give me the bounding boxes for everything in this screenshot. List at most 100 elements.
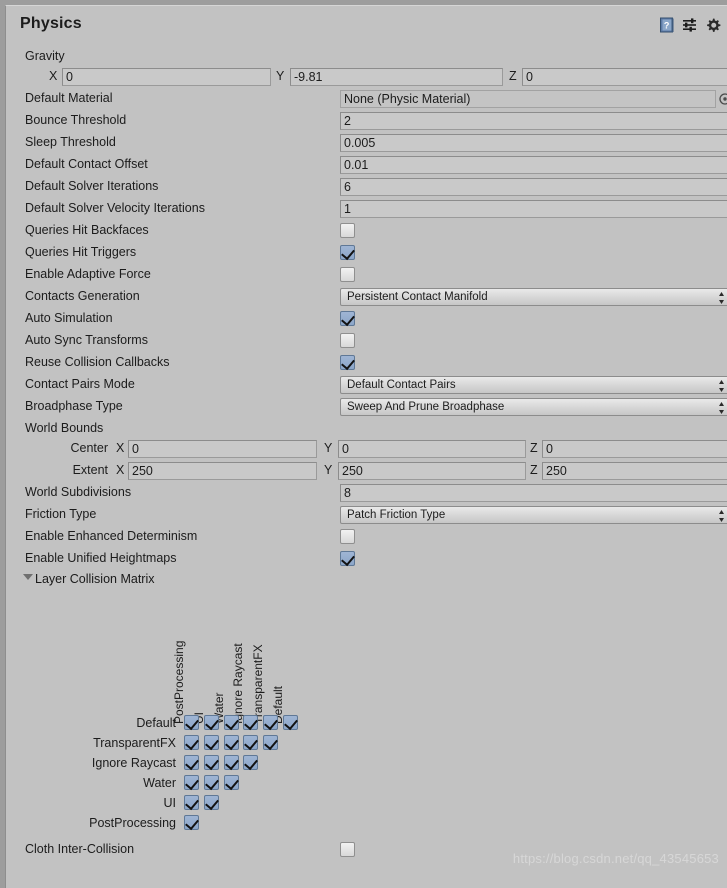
gravity-x-input[interactable]: 0 (62, 68, 271, 86)
settings-gear-icon[interactable] (705, 17, 721, 33)
center-y-axis-label: Y (324, 441, 333, 455)
gravity-z-input[interactable]: 0 (522, 68, 727, 86)
matrix-checkbox-ignore-raycast-ui[interactable] (204, 755, 219, 770)
reuse-collision-callbacks-checkbox[interactable] (340, 355, 355, 370)
queries-hit-backfaces-label: Queries Hit Backfaces (25, 223, 149, 237)
header-icon-group: ? (659, 17, 721, 33)
matrix-row-label-water: Water (143, 776, 176, 790)
gravity-y-axis-label: Y (276, 69, 285, 83)
bounce-threshold-label: Bounce Threshold (25, 113, 127, 127)
matrix-checkbox-transparentfx-water[interactable] (224, 735, 239, 750)
contacts-generation-label: Contacts Generation (25, 289, 140, 303)
matrix-checkbox-default-ui[interactable] (204, 715, 219, 730)
physics-settings-window: Physics ? Gravity X 0 Y -9.81 Z 0 Defaul… (5, 5, 727, 888)
matrix-row-label-default: Default (136, 716, 176, 730)
preset-icon[interactable] (682, 17, 698, 33)
default-solver-velocity-iterations-input[interactable]: 1 (340, 200, 727, 218)
matrix-checkbox-water-ui[interactable] (204, 775, 219, 790)
matrix-checkbox-ui-ui[interactable] (204, 795, 219, 810)
auto-simulation-row: Auto Simulation (6, 308, 727, 330)
layer-collision-matrix-foldout-row[interactable]: Layer Collision Matrix (6, 570, 727, 590)
default-solver-iterations-row: Default Solver Iterations 6 (6, 176, 727, 198)
window-header: Physics ? (6, 6, 727, 46)
enable-unified-heightmaps-checkbox[interactable] (340, 551, 355, 566)
matrix-row-label-ui: UI (163, 796, 177, 810)
gravity-label: Gravity (25, 49, 65, 63)
enable-adaptive-force-row: Enable Adaptive Force (6, 264, 727, 286)
matrix-checkbox-transparentfx-ignore-raycast[interactable] (243, 735, 258, 750)
help-icon[interactable]: ? (659, 17, 675, 33)
matrix-checkbox-ignore-raycast-ignore-raycast[interactable] (243, 755, 258, 770)
default-solver-iterations-label: Default Solver Iterations (25, 179, 159, 193)
default-solver-iterations-input[interactable]: 6 (340, 178, 727, 196)
gravity-y-input[interactable]: -9.81 (290, 68, 503, 86)
center-z-axis-label: Z (530, 441, 538, 455)
world-subdivisions-label: World Subdivisions (25, 485, 132, 499)
center-z-input[interactable]: 0 (542, 440, 727, 458)
contact-pairs-mode-dropdown[interactable]: Default Contact Pairs (340, 376, 727, 394)
contact-pairs-mode-value: Default Contact Pairs (347, 379, 456, 391)
extent-z-input[interactable]: 250 (542, 462, 727, 480)
bounce-threshold-input[interactable]: 2 (340, 112, 727, 130)
sleep-threshold-label: Sleep Threshold (25, 135, 116, 149)
matrix-checkbox-default-ignore-raycast[interactable] (243, 715, 258, 730)
matrix-checkbox-transparentfx-transparentfx[interactable] (263, 735, 278, 750)
auto-simulation-checkbox[interactable] (340, 311, 355, 326)
world-bounds-extent-label: Extent (72, 463, 108, 477)
enable-enhanced-determinism-row: Enable Enhanced Determinism (6, 526, 727, 548)
center-x-axis-label: X (116, 441, 125, 455)
matrix-checkbox-default-postprocessing[interactable] (184, 715, 199, 730)
contacts-generation-dropdown[interactable]: Persistent Contact Manifold (340, 288, 727, 306)
matrix-checkbox-transparentfx-ui[interactable] (204, 735, 219, 750)
cloth-inter-collision-checkbox[interactable] (340, 842, 355, 857)
world-subdivisions-input[interactable]: 8 (340, 484, 727, 502)
auto-sync-transforms-row: Auto Sync Transforms (6, 330, 727, 352)
default-contact-offset-input[interactable]: 0.01 (340, 156, 727, 174)
default-contact-offset-label: Default Contact Offset (25, 157, 148, 171)
default-material-object-field[interactable]: None (Physic Material) (340, 90, 716, 108)
bounce-threshold-row: Bounce Threshold 2 (6, 110, 727, 132)
matrix-checkbox-default-default[interactable] (283, 715, 298, 730)
gravity-x-axis-label: X (49, 69, 58, 83)
foldout-triangle-icon[interactable] (23, 574, 33, 580)
extent-x-input[interactable]: 250 (128, 462, 317, 480)
matrix-checkbox-ui-postprocessing[interactable] (184, 795, 199, 810)
matrix-checkbox-default-transparentfx[interactable] (263, 715, 278, 730)
queries-hit-backfaces-checkbox[interactable] (340, 223, 355, 238)
page-title: Physics (20, 15, 82, 32)
matrix-checkbox-water-water[interactable] (224, 775, 239, 790)
chevron-updown-icon (718, 378, 725, 393)
friction-type-dropdown[interactable]: Patch Friction Type (340, 506, 727, 524)
default-material-row: Default Material None (Physic Material) (6, 88, 727, 110)
extent-y-input[interactable]: 250 (338, 462, 526, 480)
object-picker-icon[interactable] (719, 93, 727, 105)
matrix-checkbox-default-water[interactable] (224, 715, 239, 730)
matrix-checkbox-postprocessing-postprocessing[interactable] (184, 815, 199, 830)
contacts-generation-row: Contacts Generation Persistent Contact M… (6, 286, 727, 308)
matrix-checkbox-water-postprocessing[interactable] (184, 775, 199, 790)
enable-unified-heightmaps-label: Enable Unified Heightmaps (25, 551, 177, 565)
center-y-input[interactable]: 0 (338, 440, 526, 458)
queries-hit-triggers-checkbox[interactable] (340, 245, 355, 260)
contact-pairs-mode-label: Contact Pairs Mode (25, 377, 135, 391)
enable-enhanced-determinism-checkbox[interactable] (340, 529, 355, 544)
center-x-input[interactable]: 0 (128, 440, 317, 458)
default-solver-velocity-iterations-row: Default Solver Velocity Iterations 1 (6, 198, 727, 220)
auto-simulation-label: Auto Simulation (25, 311, 113, 325)
default-contact-offset-row: Default Contact Offset 0.01 (6, 154, 727, 176)
matrix-checkbox-transparentfx-postprocessing[interactable] (184, 735, 199, 750)
matrix-col-label-postprocessing: PostProcessing (172, 640, 186, 724)
enable-unified-heightmaps-row: Enable Unified Heightmaps (6, 548, 727, 570)
contact-pairs-mode-row: Contact Pairs Mode Default Contact Pairs (6, 374, 727, 396)
contacts-generation-value: Persistent Contact Manifold (347, 291, 488, 303)
friction-type-row: Friction Type Patch Friction Type (6, 504, 727, 526)
matrix-checkbox-ignore-raycast-postprocessing[interactable] (184, 755, 199, 770)
friction-type-value: Patch Friction Type (347, 509, 446, 521)
broadphase-type-dropdown[interactable]: Sweep And Prune Broadphase (340, 398, 727, 416)
auto-sync-transforms-checkbox[interactable] (340, 333, 355, 348)
sleep-threshold-input[interactable]: 0.005 (340, 134, 727, 152)
enable-adaptive-force-checkbox[interactable] (340, 267, 355, 282)
matrix-checkbox-ignore-raycast-water[interactable] (224, 755, 239, 770)
gravity-vector-row: X 0 Y -9.81 Z 0 (6, 66, 727, 88)
world-subdivisions-row: World Subdivisions 8 (6, 482, 727, 504)
